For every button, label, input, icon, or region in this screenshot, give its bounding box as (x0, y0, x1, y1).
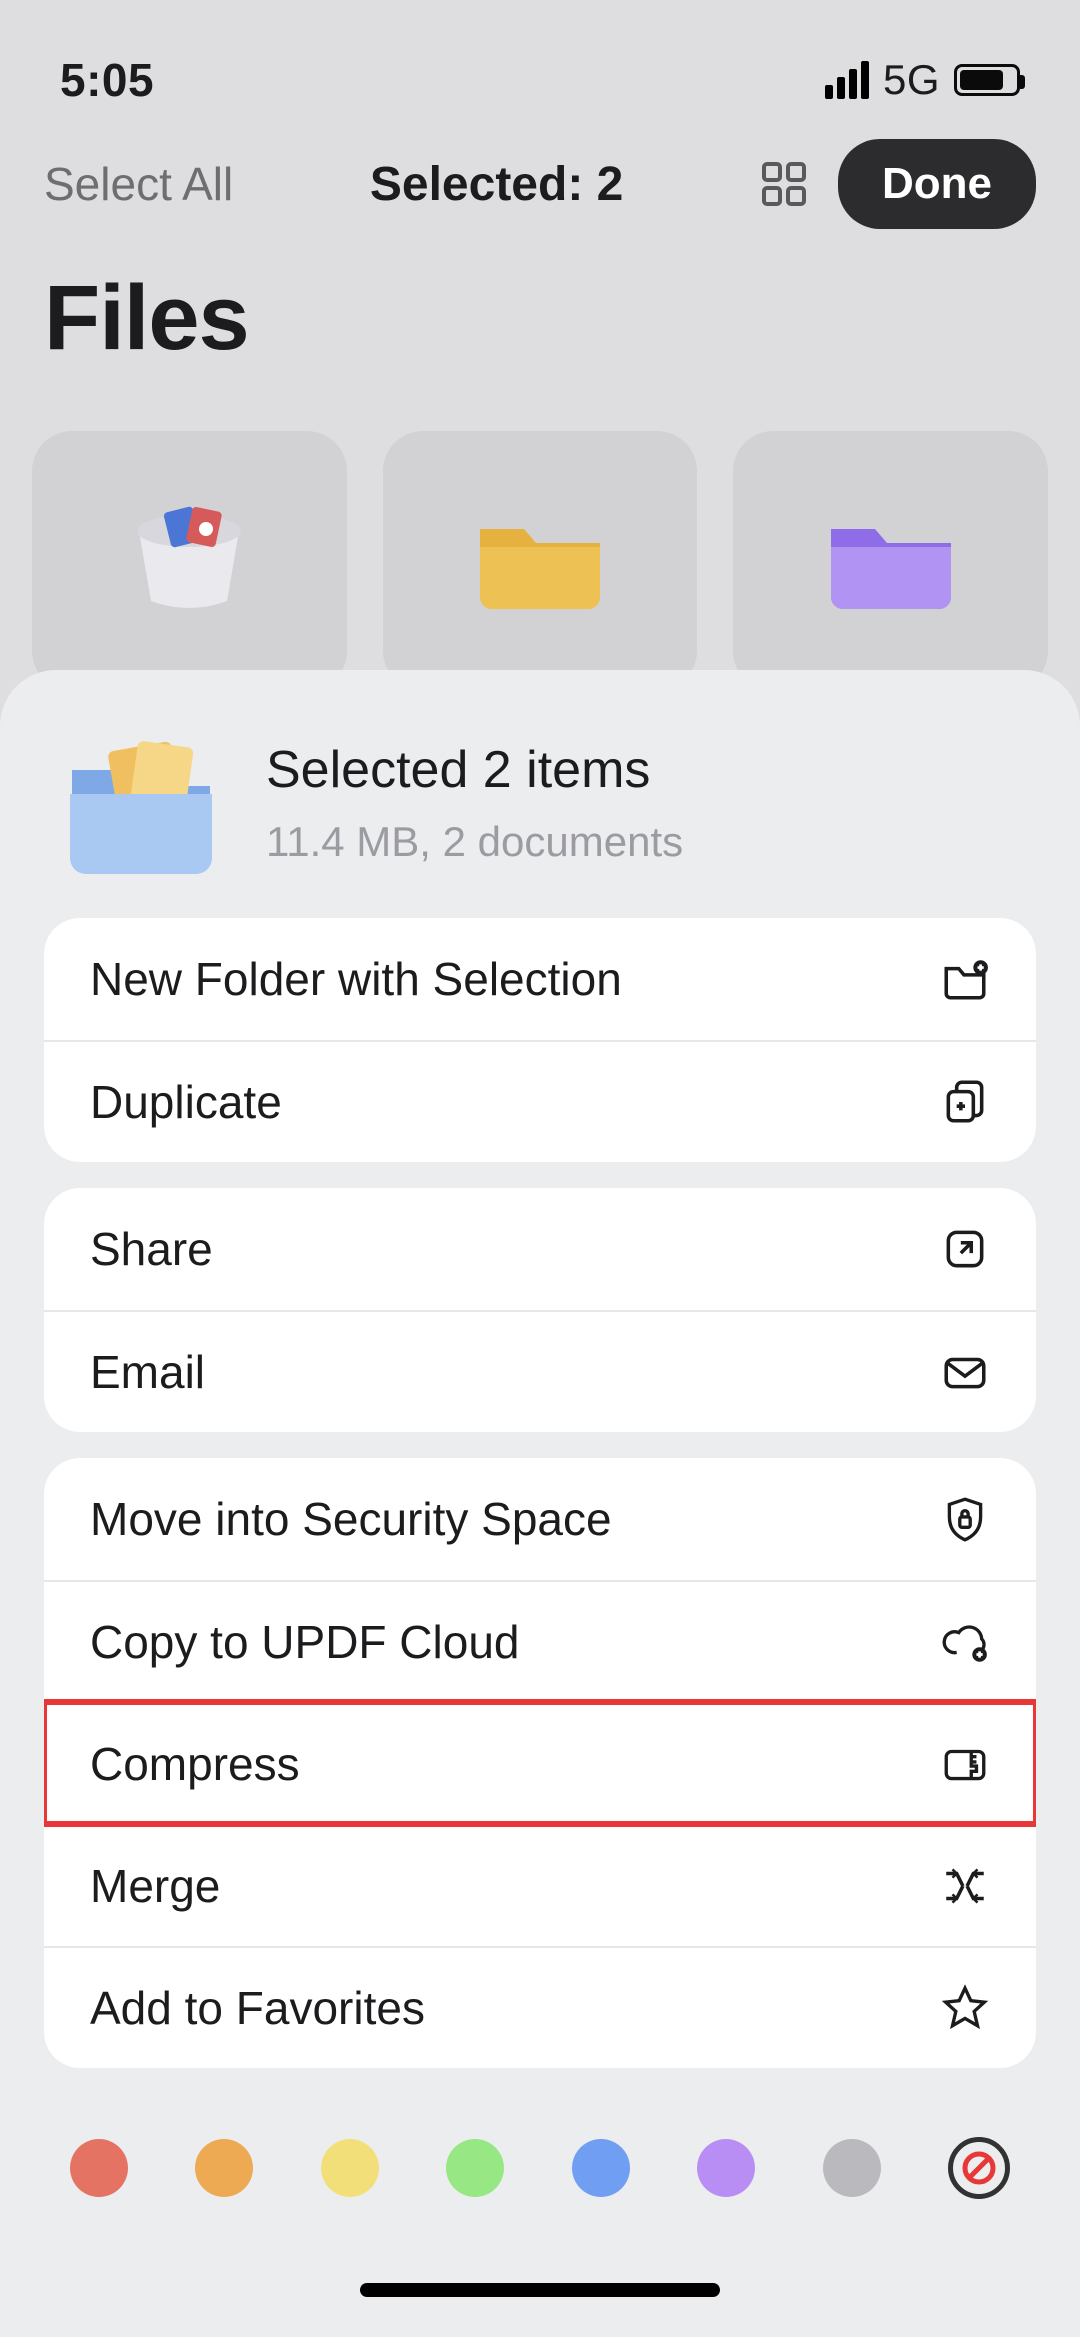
archive-icon (940, 1739, 990, 1789)
sheet-title: Selected 2 items (266, 740, 683, 800)
bg-card-trash (32, 431, 347, 691)
folder-purple-icon (811, 491, 971, 611)
signal-icon (825, 61, 869, 99)
sheet-subtitle: 11.4 MB, 2 documents (266, 818, 683, 866)
bg-card-purple-folder (733, 431, 1048, 691)
selection-nav: Select All Selected: 2 Done (44, 120, 1036, 248)
page-title: Files (44, 266, 1036, 371)
tag-yellow[interactable] (321, 2139, 379, 2197)
status-bar: 5:05 5G (0, 0, 1080, 120)
action-group-3: Move into Security Space Copy to UPDF Cl… (44, 1458, 1036, 2068)
mail-icon (940, 1347, 990, 1397)
action-share[interactable]: Share (44, 1188, 1036, 1310)
action-favorite[interactable]: Add to Favorites (44, 1946, 1036, 2068)
action-label: Email (90, 1345, 205, 1399)
duplicate-icon (940, 1077, 990, 1127)
action-group-2: Share Email (44, 1188, 1036, 1432)
action-new-folder[interactable]: New Folder with Selection (44, 918, 1036, 1040)
tag-color-row (0, 2137, 1080, 2199)
action-label: Merge (90, 1859, 220, 1913)
action-label: Share (90, 1222, 213, 1276)
selected-count: Selected: 2 (263, 157, 730, 212)
merge-icon (940, 1861, 990, 1911)
battery-icon (954, 64, 1020, 96)
action-label: New Folder with Selection (90, 952, 622, 1006)
action-label: Move into Security Space (90, 1492, 612, 1546)
network-type: 5G (883, 56, 940, 104)
action-duplicate[interactable]: Duplicate (44, 1040, 1036, 1162)
bg-card-yellow-folder (383, 431, 698, 691)
tag-green[interactable] (446, 2139, 504, 2197)
status-indicators: 5G (825, 56, 1020, 104)
remove-tag-button[interactable] (948, 2137, 1010, 2199)
share-icon (940, 1224, 990, 1274)
action-merge[interactable]: Merge (44, 1824, 1036, 1946)
action-email[interactable]: Email (44, 1310, 1036, 1432)
grid-view-icon[interactable] (760, 160, 808, 208)
tag-gray[interactable] (823, 2139, 881, 2197)
no-tag-icon (959, 2148, 999, 2188)
action-security-space[interactable]: Move into Security Space (44, 1458, 1036, 1580)
folder-add-icon (940, 954, 990, 1004)
trash-bin-icon (109, 491, 269, 611)
background-folder-cards (0, 431, 1080, 691)
action-label: Duplicate (90, 1075, 282, 1129)
action-label: Compress (90, 1737, 300, 1791)
star-icon (940, 1983, 990, 2033)
action-compress[interactable]: Compress (44, 1702, 1036, 1824)
select-all-button[interactable]: Select All (44, 157, 233, 211)
action-label: Copy to UPDF Cloud (90, 1615, 520, 1669)
sheet-header: Selected 2 items 11.4 MB, 2 documents (0, 670, 1080, 918)
tag-red[interactable] (70, 2139, 128, 2197)
folder-documents-icon (56, 728, 226, 878)
done-button[interactable]: Done (838, 139, 1036, 229)
action-group-1: New Folder with Selection Duplicate (44, 918, 1036, 1162)
folder-yellow-icon (460, 491, 620, 611)
tag-orange[interactable] (195, 2139, 253, 2197)
action-sheet: Selected 2 items 11.4 MB, 2 documents Ne… (0, 670, 1080, 2337)
action-label: Add to Favorites (90, 1981, 425, 2035)
cloud-add-icon (940, 1617, 990, 1667)
shield-lock-icon (940, 1494, 990, 1544)
action-copy-cloud[interactable]: Copy to UPDF Cloud (44, 1580, 1036, 1702)
status-time: 5:05 (60, 53, 154, 107)
home-indicator[interactable] (360, 2283, 720, 2297)
tag-blue[interactable] (572, 2139, 630, 2197)
tag-purple[interactable] (697, 2139, 755, 2197)
